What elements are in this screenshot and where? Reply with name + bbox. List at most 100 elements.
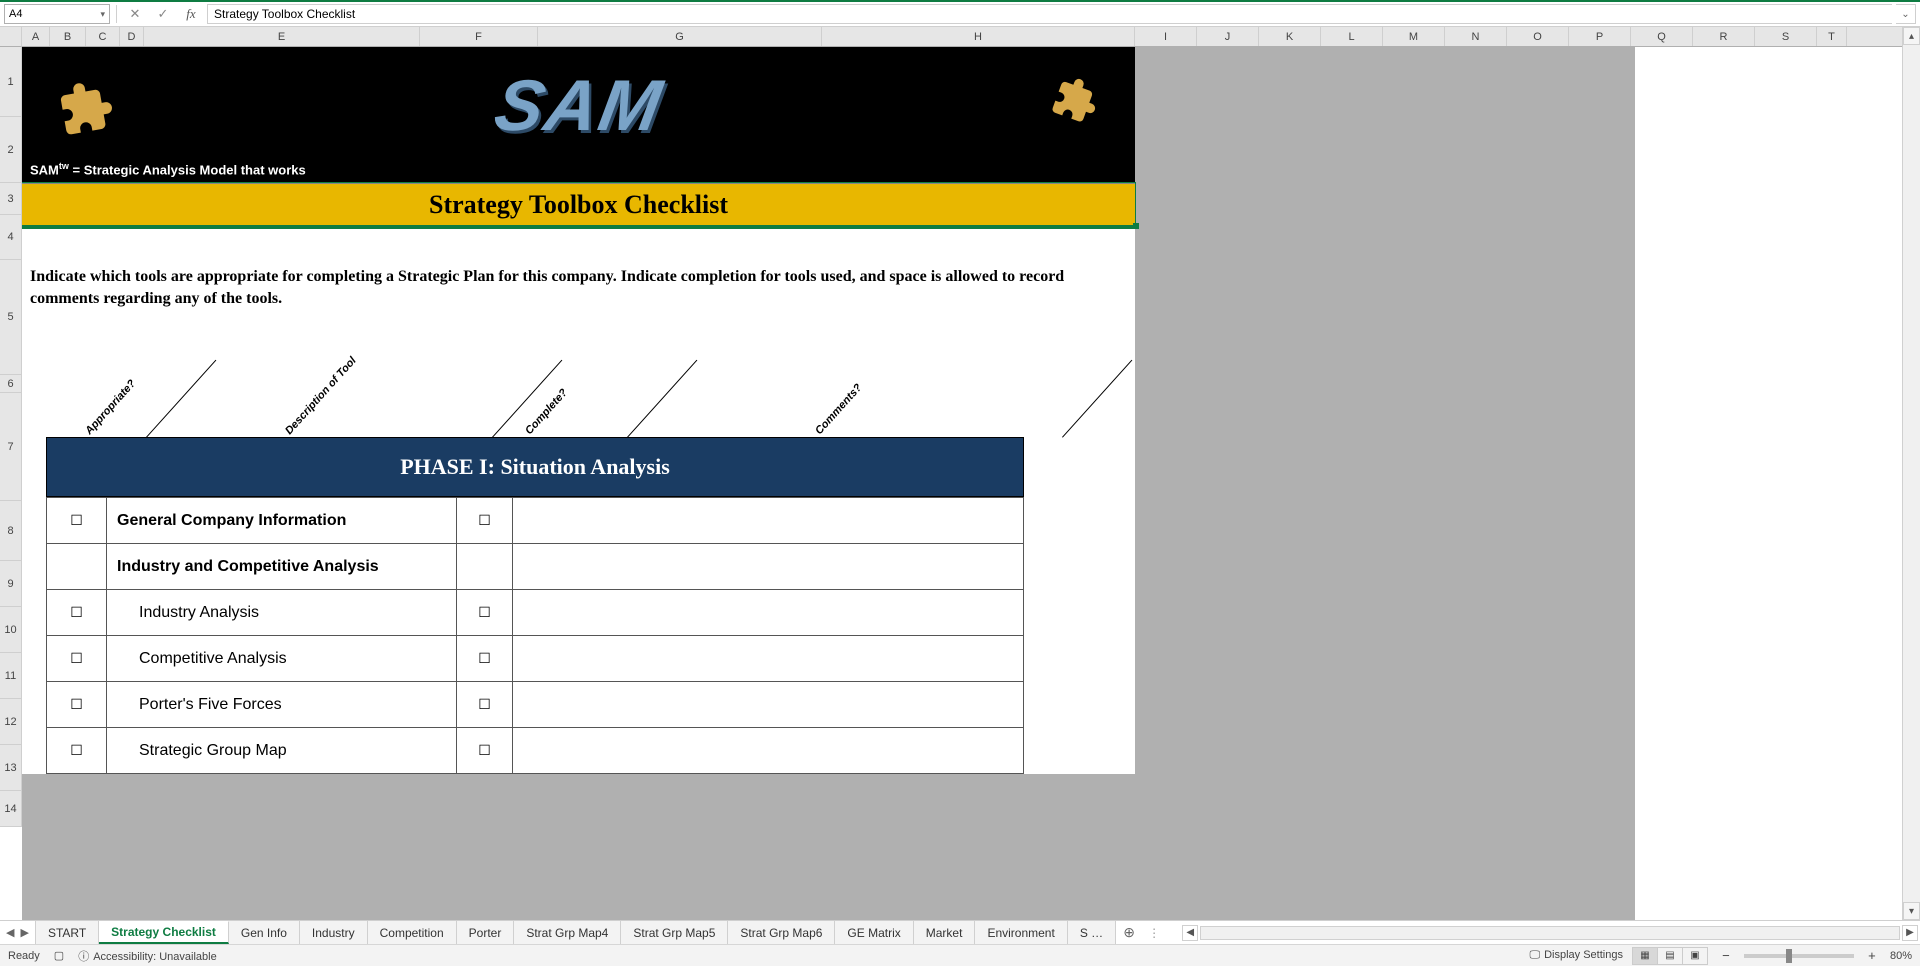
row-header-10[interactable]: 10 — [0, 607, 22, 653]
row-header-5[interactable]: 5 — [0, 260, 22, 375]
hscroll-left-button[interactable]: ◀ — [1182, 925, 1198, 941]
column-header-M[interactable]: M — [1383, 27, 1445, 46]
comments-cell[interactable] — [513, 498, 1024, 544]
sheet-tab[interactable]: S … — [1068, 921, 1116, 944]
column-header-F[interactable]: F — [420, 27, 538, 46]
name-box-value: A4 — [9, 8, 22, 20]
sheet-tab[interactable]: Strat Grp Map4 — [514, 921, 621, 944]
row-header-6[interactable]: 6 — [0, 375, 22, 393]
formula-commit-button[interactable]: ✓ — [151, 4, 175, 24]
view-page-layout-button[interactable]: ▤ — [1657, 947, 1683, 965]
row-header-11[interactable]: 11 — [0, 653, 22, 699]
row-header-8[interactable]: 8 — [0, 501, 22, 561]
vertical-scrollbar[interactable]: ▴ ▾ — [1902, 27, 1920, 920]
row-header-12[interactable]: 12 — [0, 699, 22, 745]
insert-function-button[interactable]: fx — [179, 4, 203, 24]
column-header-P[interactable]: P — [1569, 27, 1631, 46]
view-normal-button[interactable]: ▦ — [1632, 947, 1658, 965]
display-settings-button[interactable]: 🖵Display Settings — [1529, 949, 1622, 962]
zoom-out-button[interactable]: − — [1718, 948, 1734, 963]
comments-cell[interactable] — [513, 682, 1024, 728]
column-header-N[interactable]: N — [1445, 27, 1507, 46]
appropriate-checkbox[interactable]: ☐ — [47, 682, 107, 728]
sheet-tab[interactable]: Environment — [975, 921, 1067, 944]
sheet-tab[interactable]: Strat Grp Map6 — [728, 921, 835, 944]
comments-cell[interactable] — [513, 590, 1024, 636]
zoom-slider[interactable] — [1744, 954, 1854, 958]
column-header-O[interactable]: O — [1507, 27, 1569, 46]
column-header-D[interactable]: D — [120, 27, 144, 46]
sheet-tab[interactable]: Gen Info — [229, 921, 300, 944]
row-header-9[interactable]: 9 — [0, 561, 22, 607]
sheet-tab[interactable]: START — [36, 921, 99, 944]
sheet-tab[interactable]: Porter — [457, 921, 515, 944]
complete-checkbox[interactable]: ☐ — [457, 498, 513, 544]
add-sheet-button[interactable]: ⊕ — [1116, 921, 1142, 944]
column-header-H[interactable]: H — [822, 27, 1135, 46]
column-header-Q[interactable]: Q — [1631, 27, 1693, 46]
status-bar: Ready ▢ ⓘAccessibility: Unavailable 🖵Dis… — [0, 944, 1920, 966]
formula-input[interactable]: Strategy Toolbox Checklist — [207, 4, 1892, 24]
tabs-next-button[interactable]: ▶ — [20, 926, 28, 939]
selection-fill-handle[interactable] — [1133, 223, 1139, 229]
hscroll-right-button[interactable]: ▶ — [1902, 925, 1918, 941]
column-header-L[interactable]: L — [1321, 27, 1383, 46]
comments-cell[interactable] — [513, 544, 1024, 590]
name-box[interactable]: A4 ▾ — [4, 4, 110, 24]
complete-checkbox[interactable]: ☐ — [457, 728, 513, 774]
comments-cell[interactable] — [513, 636, 1024, 682]
column-header-R[interactable]: R — [1693, 27, 1755, 46]
column-header-A[interactable]: A — [22, 27, 50, 46]
column-headers[interactable]: ABCDEFGHIJKLMNOPQRST — [22, 27, 1902, 47]
row-header-14[interactable]: 14 — [0, 791, 22, 827]
tool-description: Industry and Competitive Analysis — [107, 544, 457, 590]
scroll-up-arrow[interactable]: ▴ — [1903, 27, 1920, 45]
sheet-tab[interactable]: Competition — [368, 921, 457, 944]
grid-viewport[interactable]: SAM SAMtw = Strategic Analysis Model tha… — [22, 47, 1902, 920]
row-header-7[interactable]: 7 — [0, 393, 22, 501]
column-header-I[interactable]: I — [1135, 27, 1197, 46]
checklist-title-row[interactable]: Strategy Toolbox Checklist — [22, 183, 1135, 228]
appropriate-checkbox[interactable]: ☐ — [47, 590, 107, 636]
accessibility-status[interactable]: ⓘAccessibility: Unavailable — [78, 948, 217, 964]
sheet-tab[interactable]: GE Matrix — [835, 921, 913, 944]
row-header-2[interactable]: 2 — [0, 117, 22, 183]
column-header-J[interactable]: J — [1197, 27, 1259, 46]
column-header-K[interactable]: K — [1259, 27, 1321, 46]
complete-checkbox[interactable]: ☐ — [457, 590, 513, 636]
row-header-3[interactable]: 3 — [0, 183, 22, 215]
horizontal-scrollbar[interactable]: ◀ ▶ — [1180, 921, 1920, 944]
tool-description: Strategic Group Map — [107, 728, 457, 774]
sheet-tab[interactable]: Industry — [300, 921, 368, 944]
column-header-T[interactable]: T — [1817, 27, 1847, 46]
sheet-tab[interactable]: Strat Grp Map5 — [621, 921, 728, 944]
row-header-1[interactable]: 1 — [0, 47, 22, 117]
diag-header-appropriate: Appropriate? — [83, 378, 138, 437]
appropriate-checkbox[interactable]: ☐ — [47, 636, 107, 682]
select-all-corner[interactable] — [0, 27, 22, 47]
complete-checkbox[interactable]: ☐ — [457, 636, 513, 682]
complete-checkbox[interactable]: ☐ — [457, 682, 513, 728]
appropriate-checkbox[interactable]: ☐ — [47, 498, 107, 544]
appropriate-checkbox[interactable]: ☐ — [47, 728, 107, 774]
formula-cancel-button[interactable]: ✕ — [123, 4, 147, 24]
column-header-E[interactable]: E — [144, 27, 420, 46]
formula-expand-button[interactable]: ⌄ — [1896, 4, 1916, 24]
tabs-prev-button[interactable]: ◀ — [6, 926, 14, 939]
macro-record-icon[interactable]: ▢ — [54, 949, 64, 962]
view-page-break-button[interactable]: ▣ — [1682, 947, 1708, 965]
row-header-4[interactable]: 4 — [0, 215, 22, 260]
row-header-13[interactable]: 13 — [0, 745, 22, 791]
zoom-in-button[interactable]: + — [1864, 948, 1880, 963]
column-header-S[interactable]: S — [1755, 27, 1817, 46]
column-header-C[interactable]: C — [86, 27, 120, 46]
comments-cell[interactable] — [513, 728, 1024, 774]
zoom-percent[interactable]: 80% — [1890, 950, 1912, 962]
name-box-dropdown-icon[interactable]: ▾ — [100, 9, 105, 20]
column-header-B[interactable]: B — [50, 27, 86, 46]
table-row: ☐Competitive Analysis☐ — [47, 636, 1024, 682]
sheet-tab[interactable]: Strategy Checklist — [99, 921, 229, 944]
column-header-G[interactable]: G — [538, 27, 822, 46]
scroll-down-arrow[interactable]: ▾ — [1903, 902, 1920, 920]
sheet-tab[interactable]: Market — [914, 921, 976, 944]
